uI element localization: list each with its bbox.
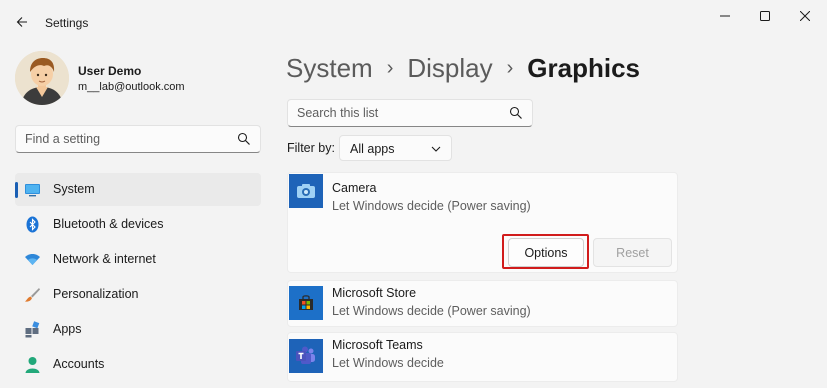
window-title: Settings [45, 16, 89, 30]
store-app-tile [289, 286, 323, 320]
page-title: Graphics [527, 52, 640, 83]
search-icon [509, 106, 522, 119]
chevron-down-icon [431, 146, 441, 152]
teams-icon [296, 346, 315, 364]
accounts-icon [25, 357, 40, 373]
app-name: Camera [332, 181, 377, 195]
user-name: User Demo [78, 64, 142, 78]
close-icon [800, 11, 810, 21]
apps-icon [25, 321, 40, 338]
filter-label: Filter by: [287, 141, 335, 155]
search-list[interactable] [287, 99, 533, 127]
search-icon [237, 132, 250, 145]
sidebar-item-bluetooth[interactable]: Bluetooth & devices [15, 208, 261, 241]
app-preference: Let Windows decide (Power saving) [332, 199, 531, 213]
avatar[interactable] [15, 51, 69, 105]
breadcrumb-item-display[interactable]: Display [407, 53, 492, 84]
sidebar-item-network[interactable]: Network & internet [15, 243, 261, 276]
sidebar-item-label: System [53, 182, 95, 196]
sidebar-item-label: Personalization [53, 287, 139, 301]
system-icon [25, 184, 40, 197]
sidebar-item-system[interactable]: System [15, 173, 261, 206]
breadcrumb-separator: › [386, 56, 394, 79]
bluetooth-icon [26, 216, 39, 233]
sidebar-item-label: Bluetooth & devices [53, 217, 164, 231]
sidebar-item-personalization[interactable]: Personalization [15, 278, 261, 311]
sidebar-item-accounts[interactable]: Accounts [15, 348, 261, 381]
search-list-input[interactable] [297, 105, 497, 121]
app-name: Microsoft Store [332, 286, 417, 300]
sidebar-item-label: Apps [53, 322, 82, 336]
user-email: m__lab@outlook.com [78, 81, 185, 93]
minimize-button[interactable] [705, 4, 745, 28]
teams-app-tile [289, 339, 323, 373]
breadcrumb-item-system[interactable]: System [286, 53, 373, 84]
back-button[interactable] [9, 9, 35, 35]
highlight-annotation [502, 234, 589, 269]
app-preference: Let Windows decide [332, 356, 444, 370]
maximize-button[interactable] [745, 4, 785, 28]
wifi-icon [25, 254, 40, 265]
find-setting-input[interactable] [25, 131, 225, 147]
sidebar-item-apps[interactable]: Apps [15, 313, 261, 346]
app-name: Microsoft Teams [332, 338, 423, 352]
sidebar-item-label: Accounts [53, 357, 105, 371]
close-button[interactable] [785, 4, 825, 28]
filter-dropdown[interactable]: All apps [339, 135, 452, 161]
store-icon [299, 295, 313, 310]
find-setting-search[interactable] [15, 125, 261, 153]
user-avatar-icon [15, 51, 69, 105]
brush-icon [25, 288, 40, 302]
app-item-microsoft-teams[interactable]: Microsoft Teams Let Windows decide [287, 332, 678, 382]
reset-button[interactable]: Reset [593, 238, 672, 267]
minimize-icon [720, 15, 730, 17]
app-preference: Let Windows decide (Power saving) [332, 304, 531, 318]
back-arrow-icon [16, 17, 27, 27]
breadcrumb: System › Display › Graphics [286, 50, 640, 86]
breadcrumb-separator: › [506, 56, 514, 79]
maximize-icon [760, 11, 770, 21]
camera-icon [297, 184, 315, 198]
sidebar-item-label: Network & internet [53, 252, 156, 266]
camera-app-tile [289, 174, 323, 208]
app-item-microsoft-store[interactable]: Microsoft Store Let Windows decide (Powe… [287, 280, 678, 327]
filter-value: All apps [350, 142, 395, 156]
active-indicator [15, 182, 18, 198]
title-bar: Settings [0, 0, 827, 44]
